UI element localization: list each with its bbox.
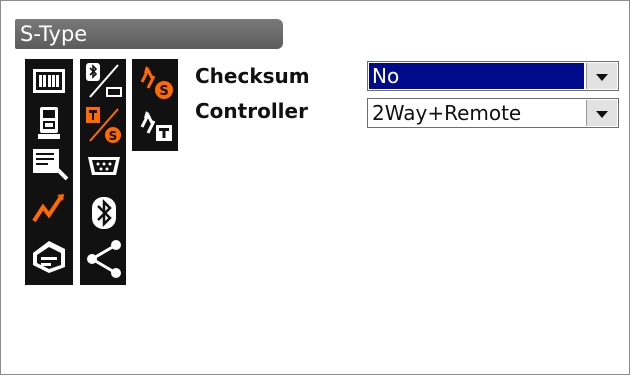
tablet-serial-icon[interactable]: S [84, 105, 124, 145]
screen: S-Type S S Checksum No Controller 2Way+R… [0, 0, 630, 375]
toolbox-icon[interactable] [29, 235, 69, 275]
instrument-icon[interactable] [31, 105, 67, 141]
share-icon[interactable] [84, 239, 124, 279]
bluetooth-serial-icon[interactable] [84, 61, 124, 101]
checksum-label: Checksum [195, 64, 310, 88]
serial-port-icon[interactable] [84, 151, 124, 181]
controller-select[interactable]: 2Way+Remote [367, 98, 619, 128]
observation-mode-icon[interactable] [31, 63, 67, 99]
icon-column-2: S [80, 59, 126, 285]
chevron-down-icon[interactable] [586, 63, 617, 89]
icon-column-1 [25, 59, 73, 285]
graph-line-icon[interactable] [31, 191, 67, 227]
document-edit-icon[interactable] [31, 147, 71, 183]
sync-t-icon[interactable] [136, 107, 176, 145]
checksum-select[interactable]: No [367, 61, 619, 91]
checksum-value: No [369, 63, 584, 89]
chevron-down-icon[interactable] [586, 100, 617, 126]
page-title: S-Type [15, 19, 283, 49]
svg-text:S: S [159, 84, 168, 99]
icon-column-3: S [132, 59, 178, 151]
controller-value: 2Way+Remote [372, 101, 522, 125]
sync-s-icon[interactable]: S [136, 62, 176, 100]
svg-text:S: S [109, 129, 118, 143]
bluetooth-icon[interactable] [88, 195, 120, 231]
controller-label: Controller [195, 99, 308, 123]
